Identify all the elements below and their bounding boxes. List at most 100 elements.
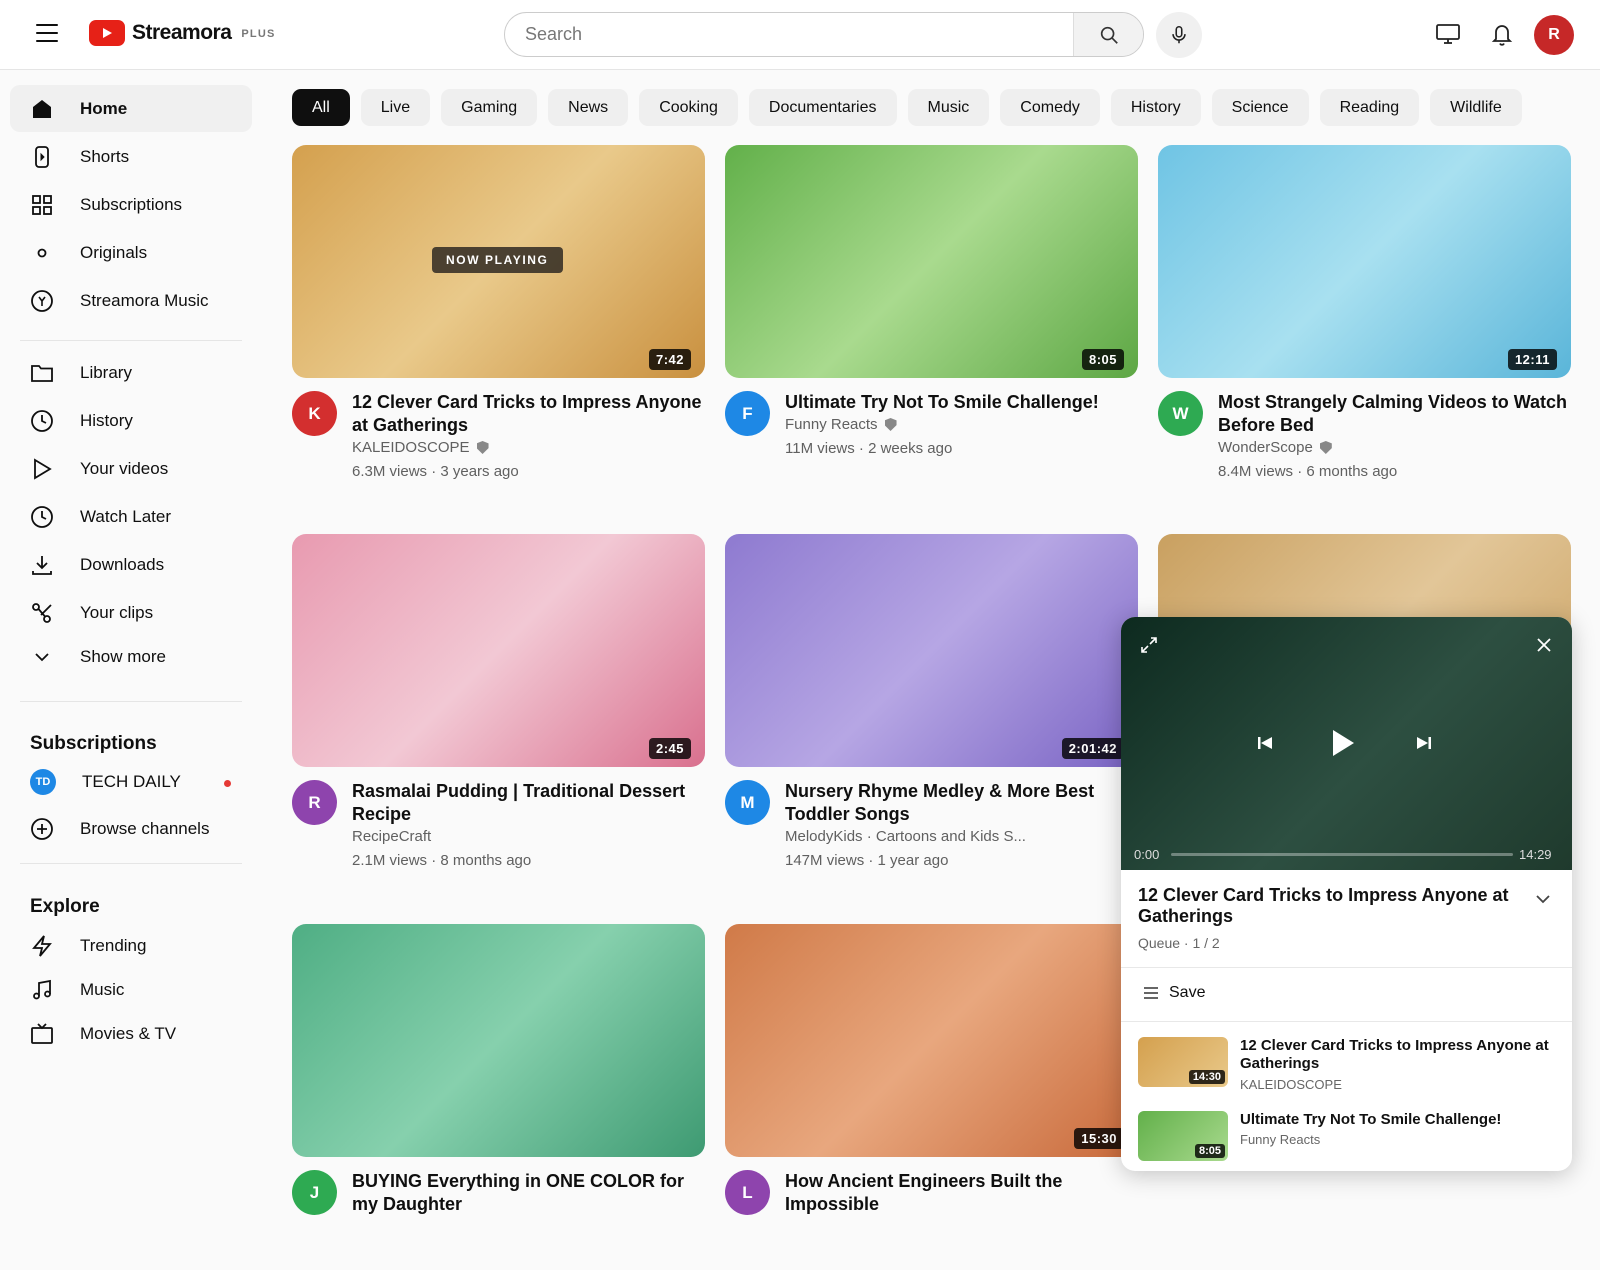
sidebar-item-your-videos[interactable]: Your videos	[10, 445, 252, 492]
video-card[interactable]: NOW PLAYING 7:42 K 12 Clever Card Tricks to…	[292, 145, 705, 491]
expand-queue-button[interactable]	[1531, 887, 1555, 911]
skip-next-icon	[1417, 737, 1431, 749]
sidebar-item-label: Watch Later	[80, 506, 172, 526]
sidebar-item-subscriptions[interactable]: Subscriptions	[10, 181, 252, 228]
next-button[interactable]	[1410, 729, 1438, 757]
menu-icon[interactable]	[36, 24, 58, 42]
queue-item[interactable]: 14:30 12 Clever Card Tricks to Impress An…	[1138, 1037, 1558, 1105]
close-button[interactable]	[1532, 633, 1556, 657]
sidebar-item-label: Your clips	[80, 602, 154, 622]
video-title[interactable]: Ultimate Try Not To Smile Challenge!	[785, 391, 1138, 414]
sidebar-channel-tech-daily[interactable]: TD TECH DAILY	[10, 759, 252, 805]
sidebar-item-label: Show more	[80, 646, 166, 666]
mini-player-video[interactable]: 0:00 14:29	[1121, 617, 1572, 870]
channel-avatar[interactable]: W	[1158, 391, 1203, 436]
search-icon	[1100, 26, 1118, 44]
logo[interactable]: Streamora PLUS	[89, 20, 276, 46]
video-title[interactable]: Rasmalai Pudding | Traditional Dessert R…	[352, 780, 705, 826]
sidebar-item-label: Movies & TV	[80, 1023, 177, 1043]
channel-avatar[interactable]: L	[725, 1170, 770, 1215]
sidebar-item-history[interactable]: History	[10, 397, 252, 444]
channel-name[interactable]: MelodyKids · Cartoons and Kids S...	[785, 828, 1026, 845]
channel-avatar[interactable]: M	[725, 780, 770, 825]
sidebar-item-watch-later[interactable]: Watch Later	[10, 493, 252, 540]
channel-name[interactable]: RecipeCraft	[352, 828, 431, 845]
chip-wildlife[interactable]: Wildlife	[1430, 89, 1522, 126]
now-playing-badge: NOW PLAYING	[432, 247, 563, 273]
sidebar-item-label: Your videos	[80, 458, 169, 478]
sidebar-item-streamora-music[interactable]: Streamora Music	[10, 277, 252, 324]
sidebar-item-home[interactable]: Home	[10, 85, 252, 132]
category-chips: All Live Gaming News Cooking Documentaries Mus…	[292, 89, 1600, 127]
search-button[interactable]	[1073, 13, 1143, 56]
video-stats: 8.4M views · 6 months ago	[1218, 463, 1398, 480]
video-stats: 147M views · 1 year ago	[785, 852, 949, 869]
channel-name[interactable]: Funny Reacts	[785, 416, 897, 433]
video-title[interactable]: BUYING Everything in ONE COLOR for my Da…	[352, 1170, 705, 1216]
video-card[interactable]: 2:01:42 M Nursery Rhyme Medley & More Best…	[725, 534, 1138, 880]
progress-bar[interactable]	[1171, 853, 1513, 856]
channel-name[interactable]: KALEIDOSCOPE	[352, 439, 489, 456]
sidebar-item-downloads[interactable]: Downloads	[10, 541, 252, 588]
sidebar-item-your-clips[interactable]: Your clips	[10, 589, 252, 636]
sidebar-item-originals[interactable]: Originals	[10, 229, 252, 276]
circle-icon	[30, 241, 54, 265]
chip-all[interactable]: All	[292, 89, 350, 126]
video-card[interactable]: J BUYING Everything in ONE COLOR for my D…	[292, 924, 705, 1270]
sidebar-item-label: Downloads	[80, 554, 165, 574]
notifications-button[interactable]	[1488, 20, 1516, 48]
chip-live[interactable]: Live	[360, 89, 431, 126]
channel-name[interactable]: WonderScope	[1218, 439, 1332, 456]
video-thumbnail[interactable]	[292, 924, 705, 1157]
video-card[interactable]: 15:30 L How Ancient Engineers Built the Im…	[725, 924, 1138, 1270]
video-thumbnail[interactable]: 12:11	[1158, 145, 1571, 378]
sidebar-item-label: History	[80, 410, 133, 430]
video-card[interactable]: 12:11 W Most Strangely Calming Videos to W…	[1158, 145, 1571, 491]
video-thumbnail[interactable]: 2:01:42	[725, 534, 1138, 767]
previous-button[interactable]	[1251, 729, 1279, 757]
sidebar-item-browse-channels[interactable]: Browse channels	[10, 805, 252, 852]
chip-history[interactable]: History	[1110, 89, 1201, 126]
video-title[interactable]: Most Strangely Calming Videos to Watch B…	[1218, 391, 1571, 437]
queue-position: Queue · 1 / 2	[1138, 935, 1220, 951]
play-button[interactable]	[1325, 725, 1361, 761]
cast-button[interactable]	[1434, 20, 1462, 48]
channel-avatar[interactable]: R	[292, 780, 337, 825]
voice-search-button[interactable]	[1156, 12, 1202, 58]
video-thumbnail[interactable]: 15:30	[725, 924, 1138, 1157]
sidebar-item-library[interactable]: Library	[10, 349, 252, 396]
chip-documentaries[interactable]: Documentaries	[748, 89, 897, 126]
search-input[interactable]	[505, 13, 1073, 56]
video-thumbnail[interactable]: NOW PLAYING 7:42	[292, 145, 705, 378]
chip-gaming[interactable]: Gaming	[441, 89, 538, 126]
video-title[interactable]: How Ancient Engineers Built the Impossib…	[785, 1170, 1138, 1216]
video-title[interactable]: Nursery Rhyme Medley & More Best Toddler…	[785, 780, 1138, 826]
video-card[interactable]: 8:05 F Ultimate Try Not To Smile Challenge…	[725, 145, 1138, 491]
channel-avatar[interactable]: F	[725, 391, 770, 436]
video-title[interactable]: 12 Clever Card Tricks to Impress Anyone …	[352, 391, 705, 437]
sidebar-item-show-more[interactable]: Show more	[10, 633, 252, 680]
save-button[interactable]: Save	[1143, 984, 1205, 1002]
chip-reading[interactable]: Reading	[1319, 89, 1420, 126]
chip-music[interactable]: Music	[907, 89, 990, 126]
chevron-down-icon	[30, 645, 54, 669]
video-thumbnail[interactable]: 2:45	[292, 534, 705, 767]
chip-cooking[interactable]: Cooking	[639, 89, 738, 126]
duration-badge: 2:45	[648, 738, 691, 759]
user-avatar[interactable]: R	[1534, 15, 1574, 55]
sidebar-item-movies-tv[interactable]: Movies & TV	[10, 1010, 252, 1057]
duration-badge: 8:05	[1194, 1144, 1225, 1158]
chip-news[interactable]: News	[548, 89, 629, 126]
chip-comedy[interactable]: Comedy	[1000, 89, 1100, 126]
queue-item-title: 12 Clever Card Tricks to Impress Anyone …	[1240, 1037, 1549, 1072]
queue-item[interactable]: 8:05 Ultimate Try Not To Smile Challenge!…	[1138, 1111, 1558, 1171]
expand-button[interactable]	[1137, 633, 1161, 657]
sidebar-item-music[interactable]: Music	[10, 966, 252, 1013]
chip-science[interactable]: Science	[1211, 89, 1309, 126]
channel-avatar[interactable]: J	[292, 1170, 337, 1215]
video-card[interactable]: 2:45 R Rasmalai Pudding | Traditional Dess…	[292, 534, 705, 880]
video-thumbnail[interactable]: 8:05	[725, 145, 1138, 378]
sidebar-item-trending[interactable]: Trending	[10, 922, 252, 969]
channel-avatar[interactable]: K	[292, 391, 337, 436]
sidebar-item-shorts[interactable]: Shorts	[10, 133, 252, 180]
